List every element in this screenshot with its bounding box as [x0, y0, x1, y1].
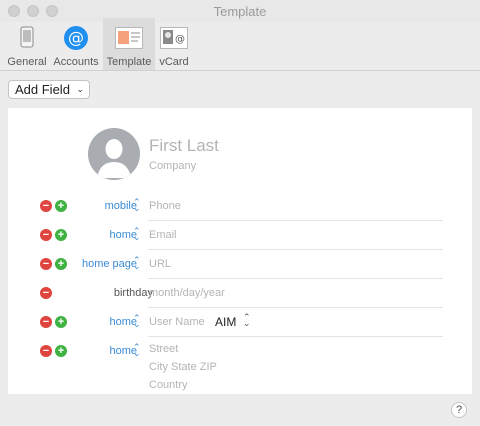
- row-divider: [148, 336, 443, 337]
- birthday-field[interactable]: month/day/year: [149, 287, 225, 299]
- tab-accounts[interactable]: @ Accounts: [52, 18, 100, 70]
- remove-phone-button[interactable]: −: [40, 200, 52, 212]
- add-field-popup[interactable]: Add Field ⌄: [8, 80, 90, 99]
- remove-email-button[interactable]: −: [40, 229, 52, 241]
- template-card: First Last Company − + mobile ⌃ ⌄ Phone −…: [8, 108, 472, 394]
- url-label-popup[interactable]: home page: [82, 258, 137, 270]
- url-field[interactable]: URL: [149, 258, 171, 270]
- at-sign-icon: @: [64, 26, 88, 50]
- avatar[interactable]: [88, 128, 140, 180]
- birthday-label: birthday: [113, 287, 153, 299]
- svg-text:@: @: [68, 28, 84, 47]
- up-down-chevron-icon: ⌃ ⌄: [133, 197, 141, 213]
- add-address-button[interactable]: +: [55, 345, 67, 357]
- city-state-zip-field[interactable]: City State ZIP: [149, 361, 217, 373]
- phone-icon: [20, 26, 34, 48]
- tab-template-label: Template: [106, 56, 152, 68]
- chevron-down-icon: ⌄: [76, 84, 84, 94]
- company-field[interactable]: Company: [149, 160, 196, 172]
- tab-accounts-label: Accounts: [53, 56, 99, 68]
- up-down-chevron-icon: ⌃ ⌄: [133, 226, 141, 242]
- birthday-row: − birthday month/day/year: [36, 280, 443, 308]
- add-phone-button[interactable]: +: [55, 200, 67, 212]
- street-field[interactable]: Street: [149, 343, 178, 355]
- vcard-icon: @: [160, 27, 188, 49]
- tab-vcard-label: vCard: [159, 56, 189, 68]
- phone-field[interactable]: Phone: [149, 200, 181, 212]
- svg-text:@: @: [175, 34, 185, 45]
- up-down-chevron-icon: ⌃ ⌄: [243, 312, 251, 328]
- remove-birthday-button[interactable]: −: [40, 287, 52, 299]
- up-down-chevron-icon: ⌃ ⌄: [133, 313, 141, 329]
- up-down-chevron-icon: ⌃ ⌄: [133, 342, 141, 358]
- tab-general[interactable]: General: [6, 18, 48, 70]
- row-divider: [148, 307, 443, 308]
- remove-url-button[interactable]: −: [40, 258, 52, 270]
- country-field[interactable]: Country: [149, 379, 188, 391]
- email-field[interactable]: Email: [149, 229, 177, 241]
- tab-vcard[interactable]: @ vCard: [156, 18, 192, 70]
- row-divider: [148, 249, 443, 250]
- row-divider: [148, 278, 443, 279]
- name-field[interactable]: First Last: [149, 136, 219, 156]
- tab-template[interactable]: Template: [103, 18, 155, 70]
- add-instant-message-button[interactable]: +: [55, 316, 67, 328]
- add-url-button[interactable]: +: [55, 258, 67, 270]
- help-button[interactable]: ?: [451, 402, 467, 418]
- remove-instant-message-button[interactable]: −: [40, 316, 52, 328]
- row-divider: [148, 220, 443, 221]
- person-silhouette-icon: [97, 139, 131, 178]
- user-name-field[interactable]: User Name: [149, 316, 205, 328]
- add-field-label: Add Field: [15, 82, 70, 97]
- tab-general-label: General: [7, 56, 47, 68]
- address-row: − + home ⌃ ⌄ Street City State ZIP Countr…: [36, 338, 443, 394]
- preferences-toolbar: General @ Accounts Template @ vCard: [0, 18, 480, 70]
- email-row: − + home ⌃ ⌄ Email: [36, 222, 443, 250]
- instant-message-row: − + home ⌃ ⌄ User Name AIM ⌃ ⌄: [36, 309, 443, 337]
- phone-row: − + mobile ⌃ ⌄ Phone: [36, 193, 443, 221]
- remove-address-button[interactable]: −: [40, 345, 52, 357]
- im-service-popup[interactable]: AIM: [215, 315, 236, 329]
- up-down-chevron-icon: ⌃ ⌄: [133, 255, 141, 271]
- template-card-icon: [115, 27, 143, 49]
- url-row: − + home page ⌃ ⌄ URL: [36, 251, 443, 279]
- add-email-button[interactable]: +: [55, 229, 67, 241]
- toolbar-divider: [0, 70, 480, 71]
- window-title: Template: [213, 4, 267, 19]
